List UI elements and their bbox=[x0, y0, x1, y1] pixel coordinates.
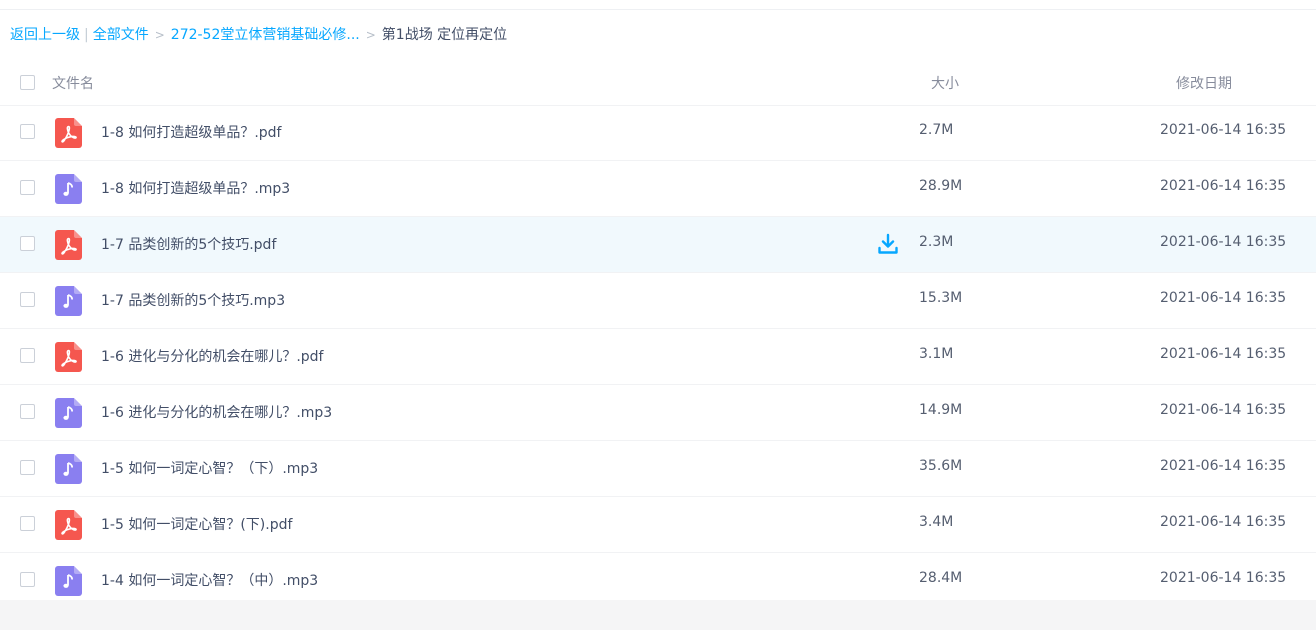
column-header-size[interactable]: 大小 bbox=[931, 73, 959, 93]
file-name[interactable]: 1-5 如何一词定心智？(下).pdf bbox=[101, 514, 292, 534]
file-size: 14.9M bbox=[919, 402, 963, 418]
breadcrumb: 返回上一级 | 全部文件 >272-52堂立体营销基础必修... > 第1战场 定位再定位 bbox=[10, 24, 507, 46]
row-checkbox[interactable] bbox=[20, 292, 35, 307]
pdf-icon bbox=[55, 230, 82, 260]
file-row[interactable]: 1-6 进化与分化的机会在哪儿？.mp3 14.9M 2021-06-14 16:3… bbox=[0, 385, 1316, 441]
file-name[interactable]: 1-7 品类创新的5个技巧.pdf bbox=[101, 234, 276, 254]
file-name[interactable]: 1-5 如何一词定心智？（下）.mp3 bbox=[101, 458, 318, 478]
file-list: 1-8 如何打造超级单品？.pdf 2.7M 2021-06-14 16:35 1-8… bbox=[0, 105, 1316, 600]
file-row[interactable]: 1-8 如何打造超级单品？.pdf 2.7M 2021-06-14 16:35 bbox=[0, 105, 1316, 161]
file-date: 2021-06-14 16:35 bbox=[1160, 290, 1287, 306]
row-checkbox[interactable] bbox=[20, 516, 35, 531]
file-size: 3.1M bbox=[919, 346, 954, 362]
file-list-header: 文件名 大小 修改日期 bbox=[0, 58, 1316, 106]
row-checkbox[interactable] bbox=[20, 348, 35, 363]
file-name[interactable]: 1-8 如何打造超级单品？.pdf bbox=[101, 122, 281, 142]
file-date: 2021-06-14 16:35 bbox=[1160, 402, 1287, 418]
column-header-date[interactable]: 修改日期 bbox=[1176, 73, 1232, 93]
breadcrumb-current-folder: 第1战场 定位再定位 bbox=[381, 27, 508, 43]
file-date: 2021-06-14 16:35 bbox=[1160, 346, 1287, 362]
file-row[interactable]: 1-5 如何一词定心智？（下）.mp3 35.6M 2021-06-14 16:35 bbox=[0, 441, 1316, 497]
file-row[interactable]: 1-7 品类创新的5个技巧.mp3 15.3M 2021-06-14 16:35 bbox=[0, 273, 1316, 329]
row-checkbox[interactable] bbox=[20, 572, 35, 587]
file-date: 2021-06-14 16:35 bbox=[1160, 458, 1287, 474]
pdf-icon bbox=[55, 342, 82, 372]
row-checkbox[interactable] bbox=[20, 460, 35, 475]
select-all-checkbox[interactable] bbox=[20, 75, 35, 90]
top-divider bbox=[0, 9, 1316, 10]
file-date: 2021-06-14 16:35 bbox=[1160, 570, 1287, 586]
file-size: 3.4M bbox=[919, 514, 954, 530]
file-date: 2021-06-14 16:35 bbox=[1160, 178, 1287, 194]
file-name[interactable]: 1-6 进化与分化的机会在哪儿？.mp3 bbox=[101, 402, 332, 422]
pdf-icon bbox=[55, 118, 82, 148]
breadcrumb-separator: > bbox=[154, 28, 165, 42]
row-checkbox[interactable] bbox=[20, 124, 35, 139]
file-date: 2021-06-14 16:35 bbox=[1160, 234, 1287, 250]
file-row[interactable]: 1-7 品类创新的5个技巧.pdf 2.3M 2021-06-14 16:35 bbox=[0, 217, 1316, 273]
file-row[interactable]: 1-6 进化与分化的机会在哪儿？.pdf 3.1M 2021-06-14 16:35 bbox=[0, 329, 1316, 385]
breadcrumb-separator: > bbox=[365, 28, 376, 42]
file-size: 28.4M bbox=[919, 570, 963, 586]
download-icon[interactable] bbox=[876, 232, 900, 256]
file-name[interactable]: 1-4 如何一词定心智？（中）.mp3 bbox=[101, 570, 318, 590]
file-size: 15.3M bbox=[919, 290, 963, 306]
file-name[interactable]: 1-8 如何打造超级单品？.mp3 bbox=[101, 178, 290, 198]
file-size: 2.3M bbox=[919, 234, 954, 250]
breadcrumb-parent-folder-link[interactable]: 272-52堂立体营销基础必修... bbox=[171, 27, 360, 43]
file-row[interactable]: 1-4 如何一词定心智？（中）.mp3 28.4M 2021-06-14 16:35 bbox=[0, 553, 1316, 600]
breadcrumb-divider: | bbox=[84, 27, 89, 43]
audio-icon bbox=[55, 398, 82, 428]
audio-icon bbox=[55, 174, 82, 204]
audio-icon bbox=[55, 566, 82, 596]
row-checkbox[interactable] bbox=[20, 236, 35, 251]
audio-icon bbox=[55, 454, 82, 484]
file-name[interactable]: 1-6 进化与分化的机会在哪儿？.pdf bbox=[101, 346, 323, 366]
file-row[interactable]: 1-8 如何打造超级单品？.mp3 28.9M 2021-06-14 16:35 bbox=[0, 161, 1316, 217]
column-header-name[interactable]: 文件名 bbox=[52, 73, 94, 93]
file-date: 2021-06-14 16:35 bbox=[1160, 514, 1287, 530]
file-row[interactable]: 1-5 如何一词定心智？(下).pdf 3.4M 2021-06-14 16:35 bbox=[0, 497, 1316, 553]
breadcrumb-back-link[interactable]: 返回上一级 bbox=[10, 27, 80, 43]
breadcrumb-all-files-link[interactable]: 全部文件 bbox=[93, 27, 149, 43]
audio-icon bbox=[55, 286, 82, 316]
row-checkbox[interactable] bbox=[20, 180, 35, 195]
file-size: 2.7M bbox=[919, 122, 954, 138]
file-list-panel: 返回上一级 | 全部文件 >272-52堂立体营销基础必修... > 第1战场 定位再定位… bbox=[0, 0, 1316, 600]
pdf-icon bbox=[55, 510, 82, 540]
file-size: 28.9M bbox=[919, 178, 963, 194]
row-checkbox[interactable] bbox=[20, 404, 35, 419]
file-size: 35.6M bbox=[919, 458, 963, 474]
file-date: 2021-06-14 16:35 bbox=[1160, 122, 1287, 138]
file-name[interactable]: 1-7 品类创新的5个技巧.mp3 bbox=[101, 290, 285, 310]
